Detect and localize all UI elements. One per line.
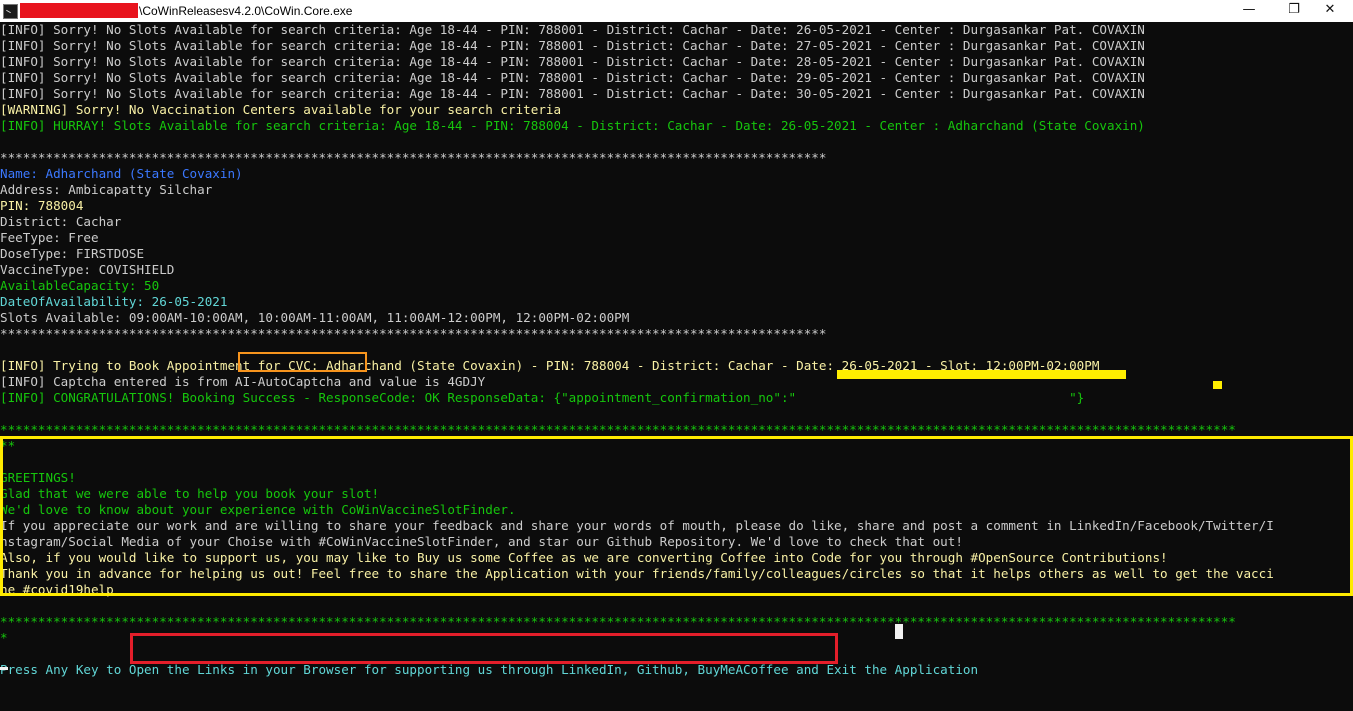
console-line: Thank you in advance for helping us out!… — [0, 566, 1274, 581]
console-line: ****************************************… — [0, 614, 1236, 629]
console-line: [INFO] Sorry! No Slots Available for sea… — [0, 22, 1145, 37]
console-line: [INFO] Captcha entered is from AI-AutoCa… — [0, 374, 486, 389]
console-line: [INFO] Trying to Book Appointment for CV… — [0, 358, 1100, 373]
close-button[interactable]: ✕ — [1307, 0, 1353, 22]
console-app-icon[interactable] — [3, 4, 18, 19]
console-line: [INFO] HURRAY! Slots Available for searc… — [0, 118, 1145, 133]
redacted-path-overlay — [20, 3, 138, 18]
console-output[interactable]: [INFO] Sorry! No Slots Available for sea… — [0, 22, 1353, 711]
minimize-button[interactable]: — — [1226, 0, 1272, 22]
console-line: [INFO] CONGRATULATIONS! Booking Success … — [0, 390, 1085, 405]
console-line: VaccineType: COVISHIELD — [0, 262, 175, 277]
console-line: FeeType: Free — [0, 230, 99, 245]
console-line: DateOfAvailability: 26-05-2021 — [0, 294, 228, 309]
mouse-text-cursor — [895, 624, 903, 639]
console-line: ** — [0, 438, 16, 453]
console-line: We'd love to know about your experience … — [0, 502, 516, 517]
console-line: [INFO] Sorry! No Slots Available for sea… — [0, 38, 1145, 53]
console-line: PIN: 788004 — [0, 198, 84, 213]
console-line: Name: Adharchand (State Covaxin) — [0, 166, 243, 181]
console-line: [INFO] Sorry! No Slots Available for sea… — [0, 70, 1145, 85]
console-line: ****************************************… — [0, 422, 1236, 437]
console-line: ****************************************… — [0, 326, 827, 341]
console-line: [WARNING] Sorry! No Vaccination Centers … — [0, 102, 562, 117]
console-line: AvailableCapacity: 50 — [0, 278, 160, 293]
console-line: DoseType: FIRSTDOSE — [0, 246, 145, 261]
yellow-marker — [1213, 381, 1222, 389]
console-line: Address: Ambicapatty Silchar — [0, 182, 213, 197]
console-line: Also, if you would like to support us, y… — [0, 550, 1168, 565]
console-line: nstagram/Social Media of your Choise wit… — [0, 534, 963, 549]
window-titlebar[interactable]: \CoWinReleasesv4.2.0\CoWin.Core.exe — ❐ … — [0, 0, 1353, 22]
console-line: District: Cachar — [0, 214, 122, 229]
console-caret — [0, 667, 8, 670]
console-line: * — [0, 630, 8, 645]
console-line: [INFO] Sorry! No Slots Available for sea… — [0, 54, 1145, 69]
console-line: ****************************************… — [0, 150, 827, 165]
console-line: GREETINGS! — [0, 470, 76, 485]
redacted-confirmation-number — [837, 370, 1126, 379]
console-line: [INFO] Sorry! No Slots Available for sea… — [0, 86, 1145, 101]
console-line: Glad that we were able to help you book … — [0, 486, 380, 501]
console-line: If you appreciate our work and are willi… — [0, 518, 1274, 533]
console-line: Slots Available: 09:00AM-10:00AM, 10:00A… — [0, 310, 630, 325]
console-line: ne #covid19help — [0, 582, 114, 597]
window-title: \CoWinReleasesv4.2.0\CoWin.Core.exe — [139, 4, 353, 18]
console-line: Press Any Key to Open the Links in your … — [0, 662, 979, 677]
